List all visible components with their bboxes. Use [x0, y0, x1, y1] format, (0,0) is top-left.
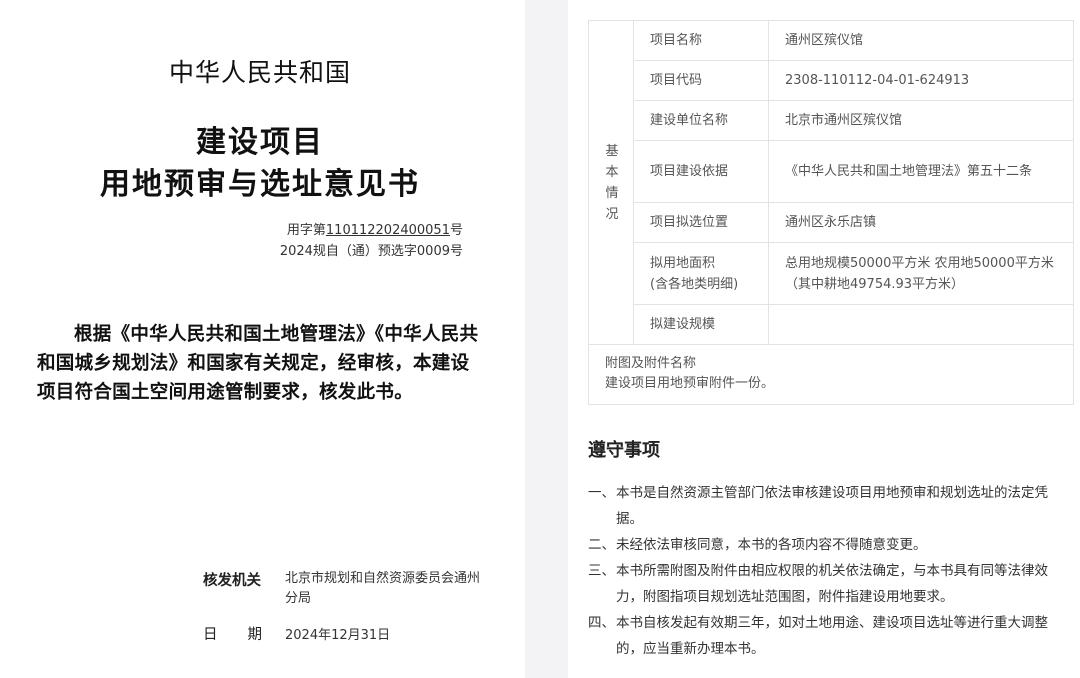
table-row: 项目代码 2308-110112-04-01-624913	[634, 61, 1073, 101]
row-value: 通州区殡仪馆	[785, 33, 864, 48]
row-label: 项目代码	[634, 61, 769, 100]
certificate-body: 根据《中华人民共和国土地管理法》《中华人民共和国城乡规划法》和国家有关规定，经审…	[37, 324, 479, 403]
row-value: 总用地规模50000平方米 农用地50000平方米（其中耕地49754.93平方…	[785, 255, 1054, 292]
table-row: 项目名称 通州区殡仪馆	[634, 21, 1073, 61]
table-row: 项目拟选位置 通州区永乐店镇	[634, 203, 1073, 243]
table-row: 拟用地面积 (含各地类明细) 总用地规模50000平方米 农用地50000平方米…	[634, 243, 1073, 305]
attachment-cell: 附图及附件名称 建设项目用地预审附件一份。	[589, 344, 1073, 405]
notice-list: 一、 本书是自然资源主管部门依法审核建设项目用地预审和规划选址的法定凭据。 二、…	[588, 480, 1068, 662]
row-value	[769, 305, 1073, 344]
attachment-value: 建设项目用地预审附件一份。	[605, 376, 775, 391]
table-row: 拟建设规模	[634, 305, 1073, 344]
basic-info-side-label: 基本情况	[605, 144, 619, 222]
document-number-value: 110112202400051	[325, 223, 450, 238]
notice-title: 遵守事项	[588, 440, 660, 461]
notice-text: 本书自核发起有效期三年，如对土地用途、建设项目选址等进行重大调整的，应当重新办理…	[616, 615, 1048, 657]
issuer-label: 核发机关	[203, 573, 261, 589]
document-number-prefix: 用字第	[286, 223, 326, 238]
document-number-suffix: 号	[449, 223, 463, 238]
certificate-title-line1: 建设项目	[196, 125, 324, 160]
country-name: 中华人民共和国	[168, 58, 351, 87]
table-row: 建设单位名称 北京市通州区殡仪馆	[634, 101, 1073, 141]
row-label: 项目名称	[634, 21, 769, 60]
notice-number: 四、	[588, 615, 615, 631]
date-label: 日期	[203, 623, 262, 644]
row-label: 项目建设依据	[634, 141, 769, 202]
table-row: 项目建设依据 《中华人民共和国土地管理法》第五十二条	[634, 141, 1073, 203]
notice-text: 本书是自然资源主管部门依法审核建设项目用地预审和规划选址的法定凭据。	[616, 485, 1048, 527]
list-item: 二、 未经依法审核同意，本书的各项内容不得随意变更。	[588, 532, 1068, 558]
preselection-number: 2024规自（通）预选字0009号	[279, 244, 463, 259]
notice-number: 三、	[588, 563, 615, 579]
basic-info-side-cell: 基本情况	[589, 21, 634, 344]
row-label: 项目拟选位置	[634, 203, 769, 242]
row-value: 通州区永乐店镇	[785, 215, 877, 230]
notice-text: 未经依法审核同意，本书的各项内容不得随意变更。	[616, 537, 927, 553]
row-label: 拟建设规模	[634, 305, 769, 344]
notice-number: 二、	[588, 537, 615, 553]
list-item: 四、 本书自核发起有效期三年，如对土地用途、建设项目选址等进行重大调整的，应当重…	[588, 610, 1068, 662]
attachment-label: 附图及附件名称	[605, 356, 697, 371]
issuer-value: 北京市规划和自然资源委员会通州分局	[285, 571, 481, 606]
row-label: 拟用地面积 (含各地类明细)	[634, 243, 769, 304]
row-value: 《中华人民共和国土地管理法》第五十二条	[785, 164, 1033, 179]
row-label: 建设单位名称	[634, 101, 769, 140]
notice-number: 一、	[588, 485, 615, 501]
certificate-cover: 中华人民共和国 建设项目 用地预审与选址意见书 用字第1101122024000…	[0, 0, 525, 678]
date-value: 2024年12月31日	[285, 628, 391, 643]
list-item: 三、 本书所需附图及附件由相应权限的机关依法确定，与本书具有同等法律效力，附图指…	[588, 558, 1068, 610]
basic-info-table: 基本情况 项目名称 通州区殡仪馆 项目代码 2308-110112-04-01-…	[588, 20, 1074, 405]
date-label-char2: 期	[247, 627, 263, 643]
certificate-title-line2: 用地预审与选址意见书	[100, 167, 420, 202]
document-number: 用字第110112202400051号	[287, 219, 463, 238]
date-label-char1: 日	[203, 627, 218, 643]
list-item: 一、 本书是自然资源主管部门依法审核建设项目用地预审和规划选址的法定凭据。	[588, 480, 1068, 532]
row-value: 2308-110112-04-01-624913	[785, 73, 970, 88]
row-value: 北京市通州区殡仪馆	[785, 113, 903, 128]
notice-text: 本书所需附图及附件由相应权限的机关依法确定，与本书具有同等法律效力，附图指项目规…	[616, 563, 1048, 605]
